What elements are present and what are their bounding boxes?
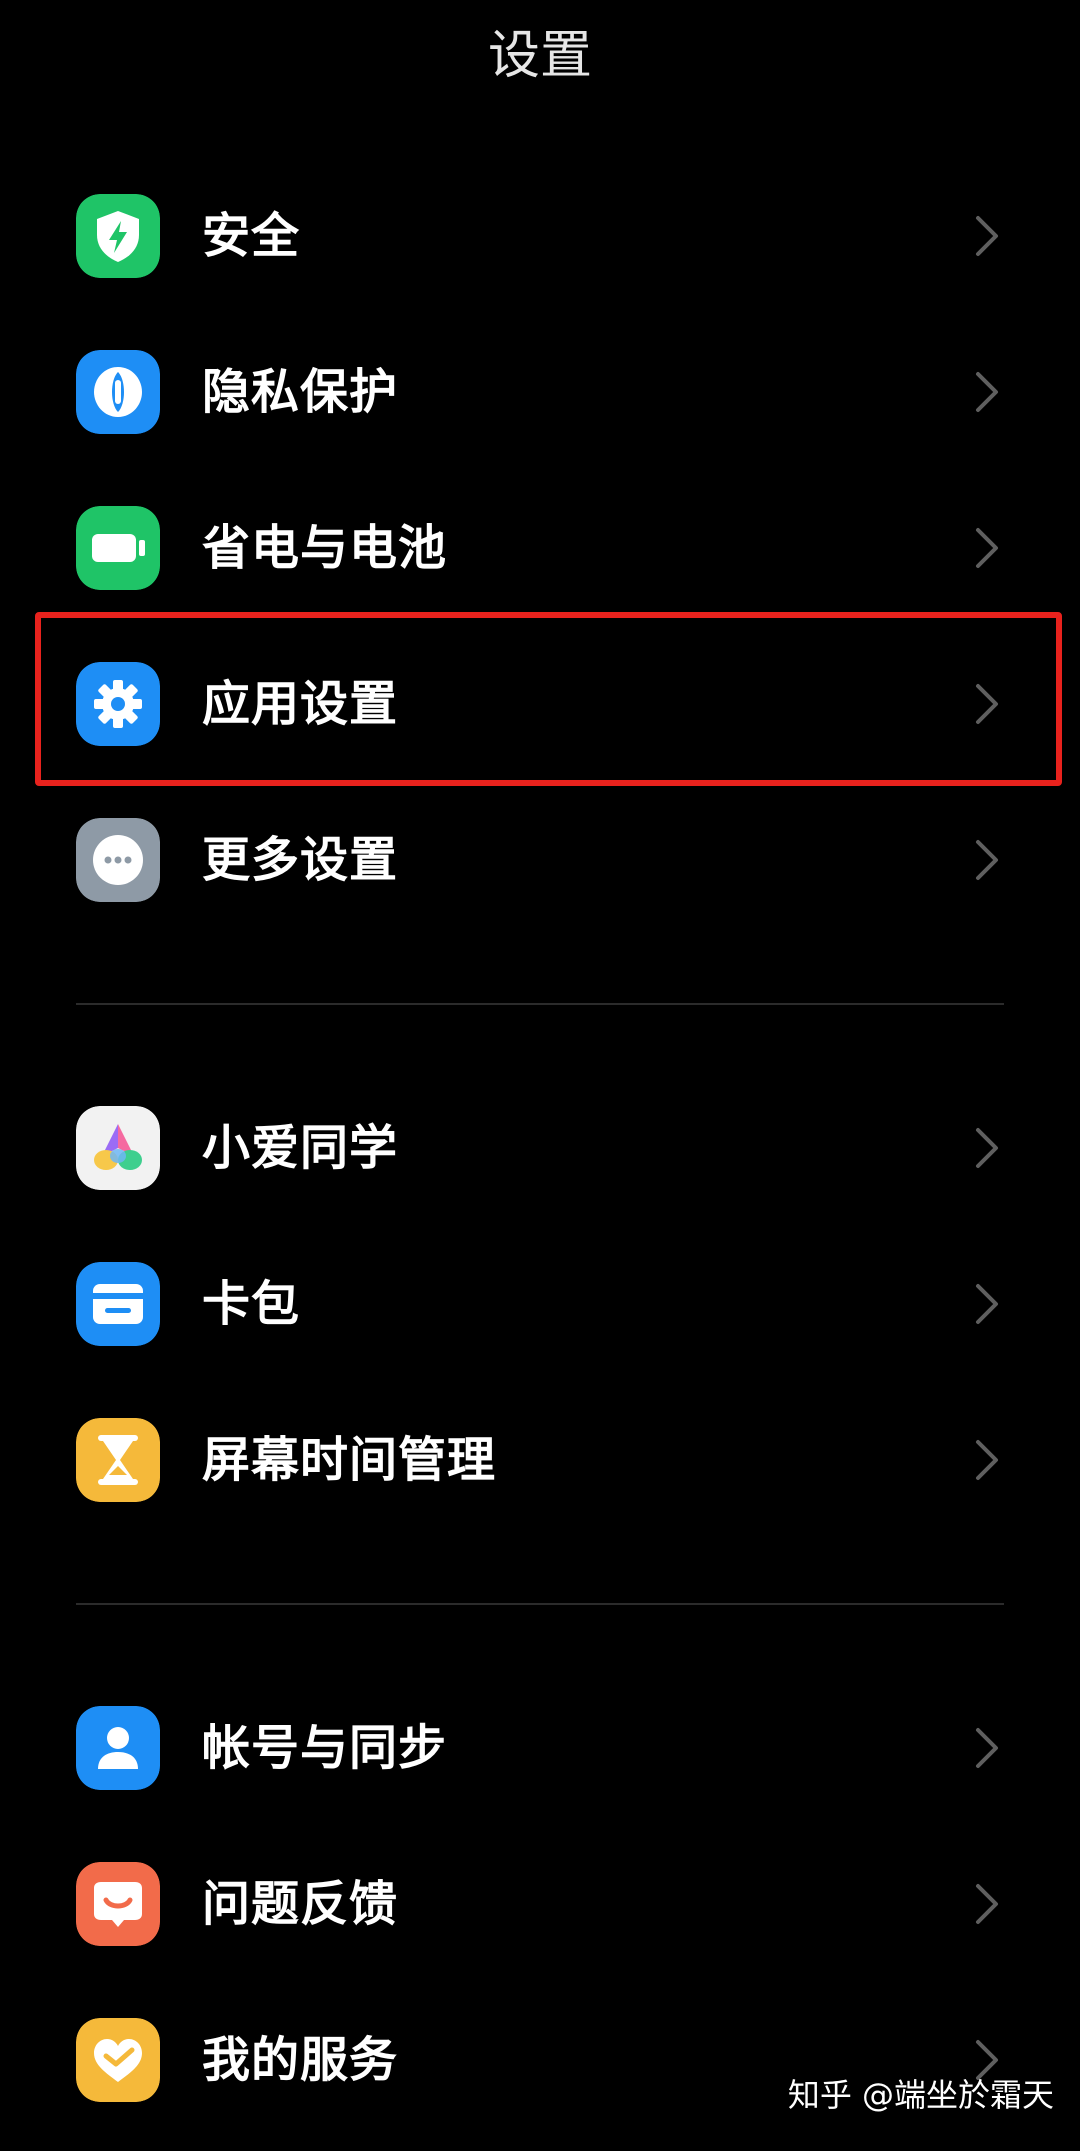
settings-item-label: 屏幕时间管理 (202, 1432, 497, 1488)
settings-item-feedback[interactable]: 问题反馈 (0, 1826, 1080, 1982)
xiaoai-icon (76, 1106, 160, 1190)
settings-item-screen-time[interactable]: 屏幕时间管理 (0, 1382, 1080, 1538)
chevron-right-icon (972, 836, 1002, 884)
chevron-right-icon (972, 1124, 1002, 1172)
chevron-right-icon (972, 524, 1002, 572)
account-icon (76, 1706, 160, 1790)
settings-item-app-settings[interactable]: 应用设置 (0, 626, 1080, 782)
shield-icon (76, 194, 160, 278)
chevron-right-icon (972, 1724, 1002, 1772)
settings-group-2: 小爱同学 卡包 屏幕时间管理 (0, 1070, 1080, 1538)
feedback-icon (76, 1862, 160, 1946)
settings-item-label: 更多设置 (202, 832, 399, 888)
watermark: 知乎 @端坐於霜天 (787, 2076, 1054, 2114)
settings-item-label: 省电与电池 (202, 520, 448, 576)
settings-item-battery[interactable]: 省电与电池 (0, 470, 1080, 626)
settings-item-label: 我的服务 (202, 2032, 399, 2088)
settings-item-label: 应用设置 (202, 676, 399, 732)
card-wallet-icon (76, 1262, 160, 1346)
gear-icon (76, 662, 160, 746)
chevron-right-icon (972, 368, 1002, 416)
chevron-right-icon (972, 1436, 1002, 1484)
settings-item-label: 隐私保护 (202, 364, 399, 420)
chevron-right-icon (972, 1280, 1002, 1328)
settings-item-label: 卡包 (202, 1276, 301, 1332)
chevron-right-icon (972, 1880, 1002, 1928)
settings-item-label: 小爱同学 (202, 1120, 399, 1176)
settings-item-xiaoai[interactable]: 小爱同学 (0, 1070, 1080, 1226)
battery-icon (76, 506, 160, 590)
settings-item-card-wallet[interactable]: 卡包 (0, 1226, 1080, 1382)
section-divider (76, 1603, 1004, 1605)
privacy-icon (76, 350, 160, 434)
heart-icon (76, 2018, 160, 2102)
settings-item-security[interactable]: 安全 (0, 158, 1080, 314)
chevron-right-icon (972, 680, 1002, 728)
settings-item-label: 帐号与同步 (202, 1720, 448, 1776)
settings-item-more-settings[interactable]: 更多设置 (0, 782, 1080, 938)
settings-item-label: 问题反馈 (202, 1876, 399, 1932)
settings-item-privacy[interactable]: 隐私保护 (0, 314, 1080, 470)
settings-group-1: 安全 隐私保护 省电与电池 应用设置 更多设置 (0, 158, 1080, 938)
settings-item-account-sync[interactable]: 帐号与同步 (0, 1670, 1080, 1826)
hourglass-icon (76, 1418, 160, 1502)
page-title: 设置 (487, 26, 592, 86)
settings-item-label: 安全 (202, 208, 301, 264)
chevron-right-icon (972, 212, 1002, 260)
more-icon (76, 818, 160, 902)
section-divider (76, 1003, 1004, 1005)
